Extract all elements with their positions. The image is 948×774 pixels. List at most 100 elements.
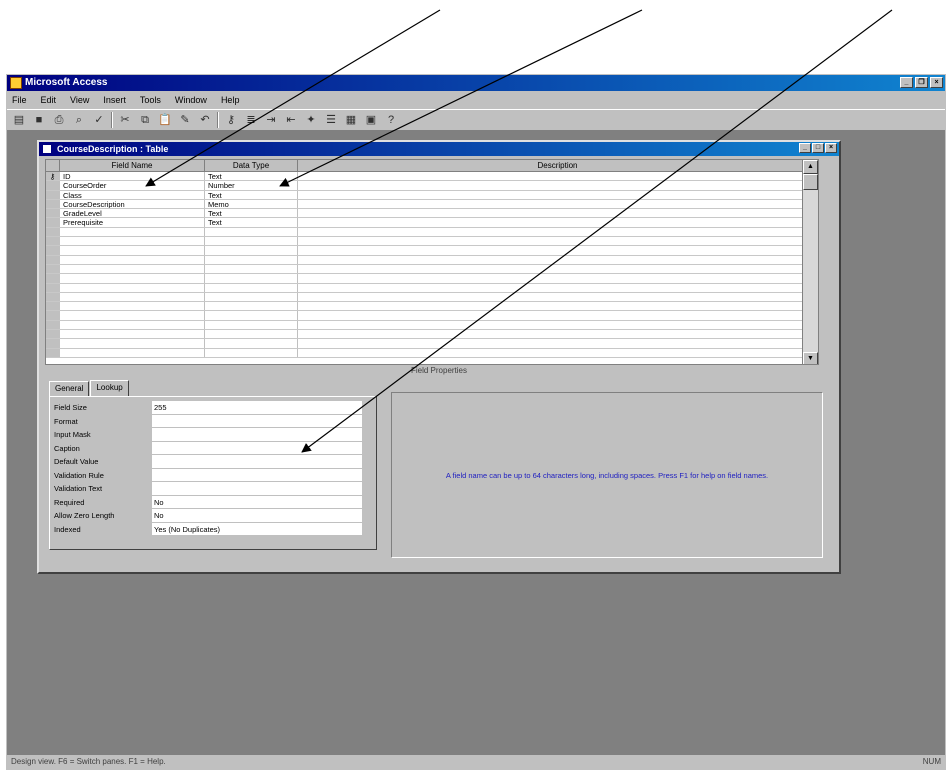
menu-insert[interactable]: Insert xyxy=(102,95,127,105)
data-type-cell[interactable] xyxy=(205,255,298,264)
description-cell[interactable] xyxy=(298,339,818,348)
table-row[interactable] xyxy=(46,264,818,275)
data-type-cell[interactable] xyxy=(205,292,298,302)
description-cell[interactable] xyxy=(298,181,818,190)
table-row[interactable]: CourseDescription Memo xyxy=(46,199,818,210)
data-type-cell[interactable]: Number xyxy=(205,181,298,190)
property-value-input[interactable] xyxy=(152,455,362,469)
row-selector[interactable] xyxy=(46,199,60,209)
property-value-input[interactable]: No xyxy=(152,509,362,523)
indexes-icon[interactable]: ≣ xyxy=(243,112,259,128)
row-selector[interactable] xyxy=(46,255,60,264)
table-row[interactable]: Prerequisite Text xyxy=(46,218,818,228)
field-name-cell[interactable] xyxy=(60,320,205,330)
description-cell[interactable] xyxy=(298,292,818,302)
properties-scrollbar[interactable] xyxy=(362,401,376,547)
data-type-cell[interactable] xyxy=(205,246,298,255)
table-row[interactable] xyxy=(46,311,818,321)
table-row[interactable] xyxy=(46,348,818,358)
row-selector[interactable] xyxy=(46,274,60,283)
minimize-button[interactable]: _ xyxy=(900,77,913,88)
table-row[interactable] xyxy=(46,339,818,349)
description-cell[interactable] xyxy=(298,218,818,227)
data-type-cell[interactable] xyxy=(205,330,298,339)
description-cell[interactable] xyxy=(298,320,818,330)
field-name-cell[interactable] xyxy=(60,227,205,237)
tab-general[interactable]: General xyxy=(49,381,90,397)
data-type-cell[interactable] xyxy=(205,311,298,320)
row-selector[interactable] xyxy=(46,302,60,311)
table-row[interactable] xyxy=(46,292,818,303)
grid-vertical-scrollbar[interactable]: ▲ ▼ xyxy=(802,160,818,364)
field-name-cell[interactable] xyxy=(60,264,205,274)
field-name-cell[interactable] xyxy=(60,311,205,320)
print-preview-icon[interactable]: ⌕ xyxy=(71,112,87,128)
primary-key-icon[interactable]: ⚷ xyxy=(46,172,60,181)
save-icon[interactable]: ■ xyxy=(31,112,47,128)
field-name-cell[interactable] xyxy=(60,292,205,302)
build-icon[interactable]: ✦ xyxy=(303,112,319,128)
row-selector[interactable] xyxy=(46,227,60,237)
description-cell[interactable] xyxy=(298,274,818,283)
database-window-icon[interactable]: ▦ xyxy=(343,112,359,128)
property-value-input[interactable]: 255 xyxy=(152,401,362,415)
description-cell[interactable] xyxy=(298,227,818,237)
data-type-cell[interactable] xyxy=(205,283,298,292)
description-cell[interactable] xyxy=(298,311,818,320)
row-selector[interactable] xyxy=(46,283,60,292)
tab-lookup[interactable]: Lookup xyxy=(90,380,129,396)
field-name-cell[interactable]: Prerequisite xyxy=(60,218,205,227)
scroll-up-arrow-icon[interactable]: ▲ xyxy=(803,160,818,174)
table-row[interactable] xyxy=(46,330,818,340)
data-type-cell[interactable]: Text xyxy=(205,172,298,181)
menu-file[interactable]: File xyxy=(11,95,28,105)
row-selector[interactable] xyxy=(46,237,60,246)
property-value-input[interactable] xyxy=(152,414,362,428)
copy-icon[interactable]: ⧉ xyxy=(137,112,153,128)
description-cell[interactable] xyxy=(298,348,818,357)
row-selector[interactable] xyxy=(46,292,60,302)
menu-view[interactable]: View xyxy=(69,95,90,105)
table-row[interactable]: ⚷ ID Text xyxy=(46,172,818,182)
field-name-cell[interactable] xyxy=(60,246,205,255)
field-name-cell[interactable] xyxy=(60,339,205,348)
data-type-cell[interactable] xyxy=(205,339,298,348)
table-row[interactable] xyxy=(46,274,818,284)
field-name-cell[interactable] xyxy=(60,255,205,264)
table-row[interactable]: GradeLevel Text xyxy=(46,209,818,219)
doc-close-button[interactable]: × xyxy=(825,143,837,153)
description-cell[interactable] xyxy=(298,246,818,255)
paste-icon[interactable]: 📋 xyxy=(157,112,173,128)
row-selector[interactable] xyxy=(46,311,60,320)
properties-icon[interactable]: ☰ xyxy=(323,112,339,128)
row-selector[interactable] xyxy=(46,320,60,330)
new-object-icon[interactable]: ▣ xyxy=(363,112,379,128)
data-type-cell[interactable] xyxy=(205,274,298,283)
primary-key-icon[interactable]: ⚷ xyxy=(223,112,239,128)
field-name-cell[interactable]: ID xyxy=(60,172,205,181)
property-value-input[interactable] xyxy=(152,428,362,442)
field-name-cell[interactable] xyxy=(60,237,205,246)
spelling-icon[interactable]: ✓ xyxy=(91,112,107,128)
table-row[interactable] xyxy=(46,237,818,247)
menu-tools[interactable]: Tools xyxy=(139,95,162,105)
menu-help[interactable]: Help xyxy=(220,95,241,105)
row-selector[interactable] xyxy=(46,339,60,348)
restore-button[interactable]: ❐ xyxy=(915,77,928,88)
doc-minimize-button[interactable]: _ xyxy=(799,143,811,153)
view-icon[interactable]: ▤ xyxy=(11,112,27,128)
description-cell[interactable] xyxy=(298,172,818,181)
description-cell[interactable] xyxy=(298,283,818,292)
property-value-input[interactable] xyxy=(152,441,362,455)
table-row[interactable] xyxy=(46,283,818,293)
row-selector[interactable] xyxy=(46,246,60,255)
menu-edit[interactable]: Edit xyxy=(40,95,58,105)
table-row[interactable] xyxy=(46,227,818,238)
data-type-cell[interactable] xyxy=(205,302,298,311)
row-selector[interactable] xyxy=(46,209,60,218)
description-cell[interactable] xyxy=(298,190,818,199)
description-cell[interactable] xyxy=(298,264,818,274)
row-selector[interactable] xyxy=(46,348,60,357)
table-row[interactable] xyxy=(46,320,818,331)
row-selector[interactable] xyxy=(46,181,60,190)
